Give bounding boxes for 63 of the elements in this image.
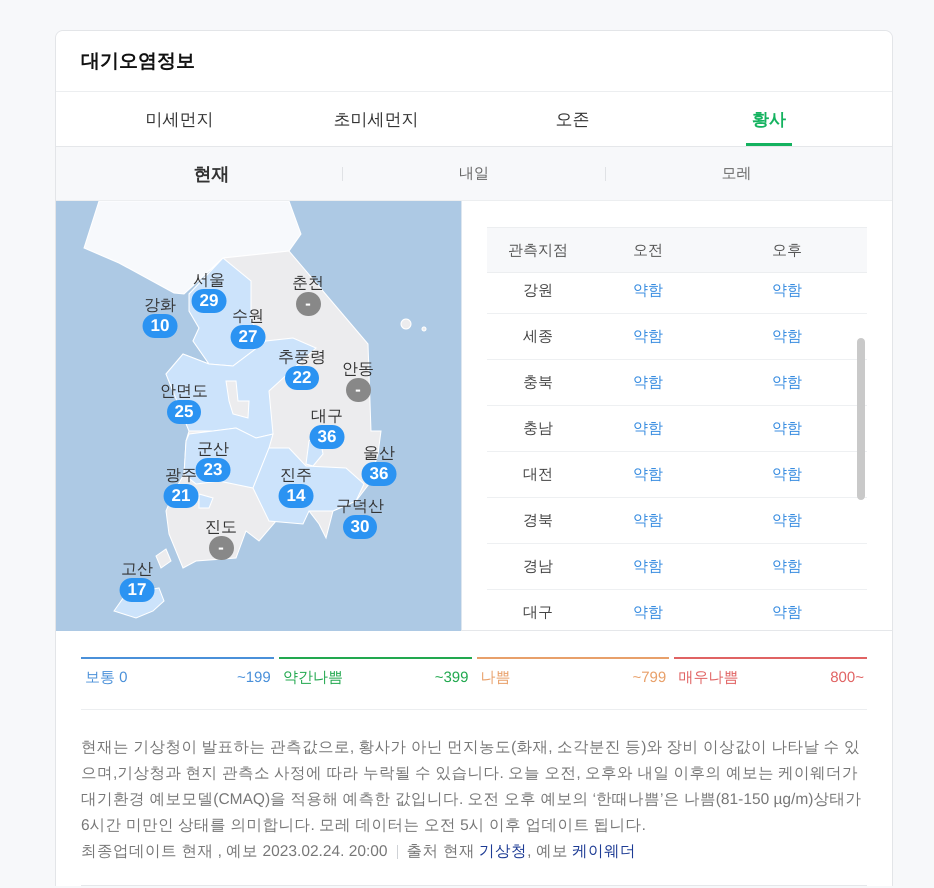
value-cell: 약함 — [633, 419, 663, 438]
column-header: 오전 — [633, 240, 663, 260]
value-cell: 약함 — [772, 373, 802, 392]
scrollbar-thumb[interactable] — [857, 338, 865, 500]
station-label: 안동 — [342, 361, 374, 379]
value-cell: 약함 — [633, 373, 663, 392]
value-cell: 약함 — [772, 511, 802, 530]
value-cell: 약함 — [633, 603, 663, 622]
source-link[interactable]: 기상청 — [479, 843, 528, 860]
period-tab[interactable]: 현재 — [81, 147, 342, 200]
station-cell: 대전 — [523, 465, 553, 484]
station-cell: 충북 — [523, 373, 553, 392]
legend-range: ~799 — [632, 669, 666, 687]
period-tab[interactable]: 내일 — [343, 147, 605, 200]
note-text: 현재는 기상청이 발표하는 관측값으로, 황사가 아닌 먼지농도(화재, 소각분진 등)와 장비 이상값이 나타날 수 있으며,기상청과 현지 관측소 사정에 따라 누락될 수 있습니다. 오늘 오전, 오후와 내일 이후의 예보는 케이웨더가 대기환경 예보모델(CMAQ)을 적용해 예측한 값입니다. 오전 오후 예보의 ‘한때나쁨’은 나쁨(81-150 µg/m)상태가 6시간 미만인 상태를 의미합니다. 모레 데이터는 오전 5시 이후 업데이트 됩니다. — [81, 738, 862, 836]
station-label: 진도 — [205, 519, 237, 537]
station-label: 추풍령 — [278, 349, 326, 367]
value-cell: 약함 — [633, 327, 663, 346]
legend-label: 매우나쁨 — [678, 669, 738, 687]
value-cell: 약함 — [772, 603, 802, 622]
category-tab[interactable]: 초미세먼지 — [278, 92, 474, 146]
station-cell: 세종 — [523, 327, 553, 346]
value-cell: 약함 — [772, 557, 802, 576]
value-cell: 약함 — [772, 465, 802, 484]
station-label: 서울 — [193, 272, 225, 290]
value-cell: 약함 — [633, 557, 663, 576]
value-cell: 약함 — [772, 419, 802, 438]
station-label: 강화 — [144, 297, 176, 315]
widget-title: 대기오염정보 — [81, 50, 195, 74]
value-cell: 약함 — [633, 281, 663, 300]
station-label: 수원 — [232, 308, 264, 326]
station-label: 광주 — [165, 467, 197, 485]
station-label: 울산 — [363, 445, 395, 463]
legend-label: 약간나쁨 — [282, 669, 343, 687]
station-cell: 강원 — [523, 281, 553, 300]
column-header: 관측지점 — [508, 240, 568, 260]
legend-range: ~199 — [236, 669, 271, 687]
station-label: 구덕산 — [336, 498, 384, 516]
period-tab[interactable]: 모레 — [606, 147, 867, 200]
station-cell: 경남 — [523, 557, 553, 576]
station-cell: 경북 — [523, 511, 553, 530]
value-cell: 약함 — [772, 327, 802, 346]
station-cell: 충남 — [523, 419, 553, 438]
category-tab[interactable]: 미세먼지 — [81, 92, 278, 146]
station-label: 춘천 — [292, 275, 324, 293]
update-text: 최종업데이트 현재 , 예보 2023.02.24. 20:00 — [81, 842, 388, 862]
station-cell: 대구 — [523, 603, 553, 622]
station-label: 진주 — [280, 467, 312, 485]
legend-label: 보통 0 — [85, 669, 128, 687]
category-tab[interactable]: 오존 — [474, 92, 670, 146]
station-label: 고산 — [121, 561, 153, 579]
value-cell: 약함 — [633, 511, 663, 530]
station-label: 대구 — [311, 408, 343, 426]
legend-range: 800~ — [830, 669, 864, 687]
value-cell: 약함 — [772, 281, 802, 300]
source-link[interactable]: 케이웨더 — [572, 843, 636, 860]
legend-label: 나쁨 — [480, 669, 510, 687]
column-header: 오후 — [772, 240, 802, 260]
value-cell: 약함 — [633, 465, 663, 484]
station-label: 군산 — [197, 441, 229, 459]
station-label: 안면도 — [160, 383, 208, 401]
source-text: 출처 현재 기상청, 예보 케이웨더 — [406, 842, 636, 862]
legend-range: ~399 — [434, 669, 468, 687]
